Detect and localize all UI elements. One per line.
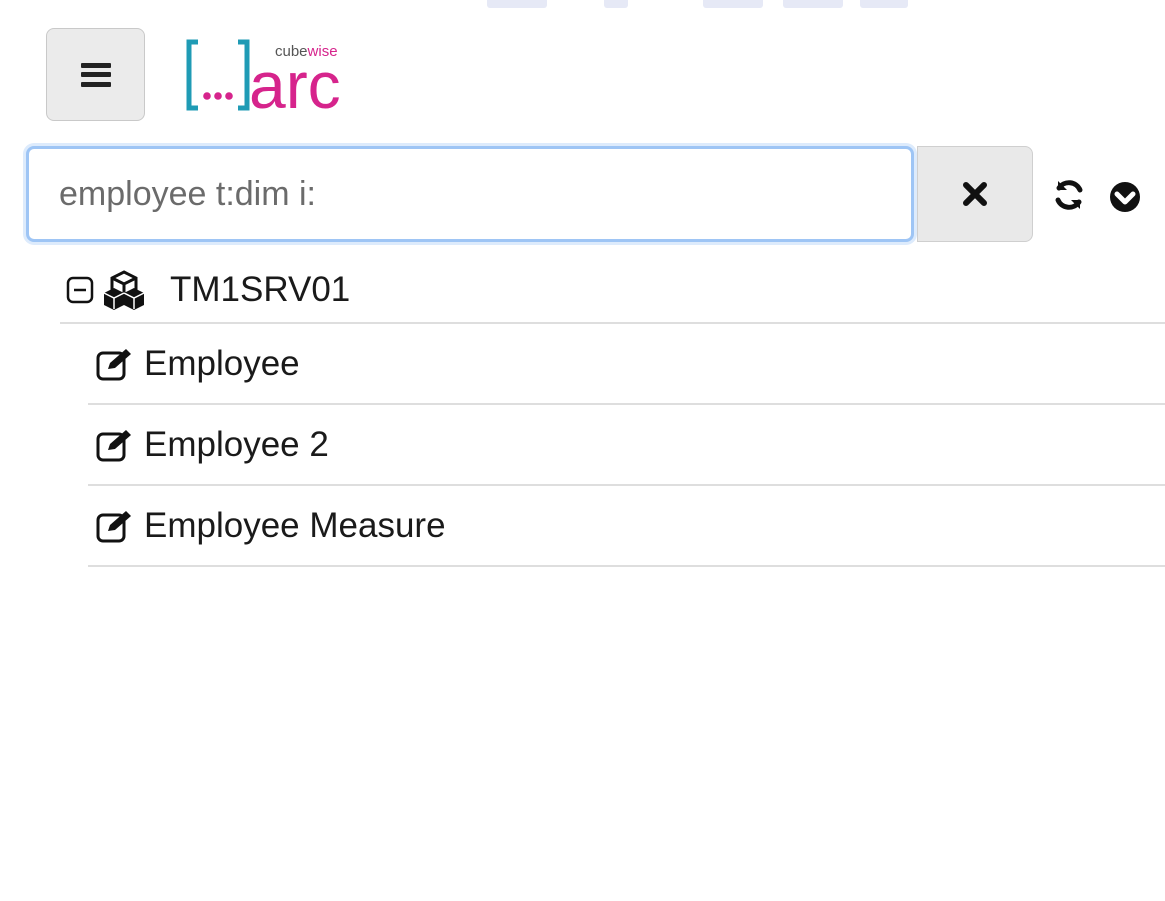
refresh-button[interactable] bbox=[1048, 174, 1090, 216]
dimension-label: Employee bbox=[144, 343, 300, 383]
logo-text: arc bbox=[249, 48, 341, 116]
tree-item-dimension[interactable]: Employee bbox=[88, 324, 1165, 405]
collapse-minus-icon[interactable] bbox=[66, 276, 94, 304]
menu-button[interactable] bbox=[46, 28, 145, 121]
search-box bbox=[26, 146, 914, 242]
refresh-icon bbox=[1055, 180, 1083, 210]
top-nav-strip bbox=[0, 0, 1165, 10]
server-label: TM1SRV01 bbox=[170, 269, 351, 309]
chevron-circle-down-icon bbox=[1110, 182, 1140, 212]
tree-item-dimension[interactable]: Employee 2 bbox=[88, 405, 1165, 486]
search-input[interactable] bbox=[29, 149, 911, 239]
options-dropdown-button[interactable] bbox=[1104, 176, 1146, 218]
edit-icon bbox=[96, 347, 132, 381]
edit-icon bbox=[96, 428, 132, 462]
tree-item-dimension[interactable]: Employee Measure bbox=[88, 486, 1165, 567]
clear-search-button[interactable] bbox=[917, 146, 1033, 242]
close-icon bbox=[963, 182, 987, 206]
arc-logo: cubewise arc bbox=[186, 39, 341, 116]
dimension-label: Employee 2 bbox=[144, 424, 329, 464]
hamburger-icon bbox=[80, 62, 111, 87]
cubes-icon bbox=[103, 269, 145, 310]
edit-icon bbox=[96, 509, 132, 543]
dimension-label: Employee Measure bbox=[144, 505, 446, 545]
tree-node-server[interactable]: TM1SRV01 bbox=[60, 257, 1165, 324]
